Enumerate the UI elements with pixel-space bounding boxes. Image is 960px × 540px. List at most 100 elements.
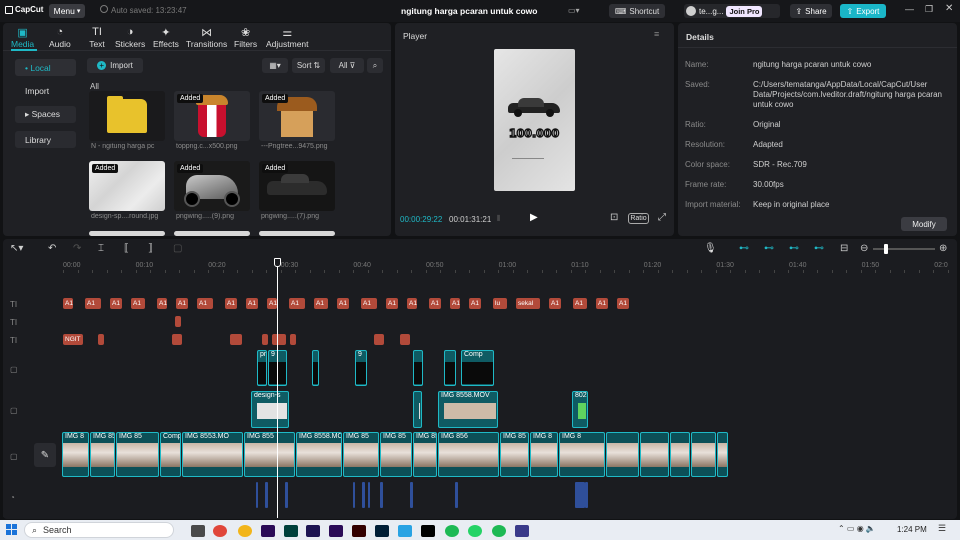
- overlay-clip[interactable]: [444, 350, 456, 386]
- text-clip[interactable]: A1: [429, 298, 441, 309]
- media-thumbnail[interactable]: Added: [174, 161, 250, 211]
- overlay-clip[interactable]: png: [257, 350, 267, 386]
- playhead-handle[interactable]: [274, 258, 281, 267]
- play-icon[interactable]: ▶: [530, 212, 538, 223]
- audio-clip[interactable]: [285, 482, 288, 508]
- task-view-icon[interactable]: [191, 525, 205, 537]
- media-thumbnail[interactable]: [89, 231, 165, 236]
- tab-effects[interactable]: ✦ Effects: [153, 26, 179, 50]
- audio-clip[interactable]: [455, 482, 458, 508]
- text-clip[interactable]: A1: [176, 298, 188, 309]
- audio-clip[interactable]: [256, 482, 258, 508]
- main-video-clip[interactable]: IMG 8561.MO: [413, 432, 437, 477]
- notification-icon[interactable]: ☰: [938, 523, 946, 534]
- main-video-clip[interactable]: IMG 85: [380, 432, 412, 477]
- account-area[interactable]: te...g... Join Pro: [684, 4, 780, 18]
- audition-icon[interactable]: [284, 525, 298, 537]
- main-video-clip[interactable]: IMG 85: [500, 432, 529, 477]
- media-thumbnail[interactable]: Added: [89, 161, 165, 211]
- close-icon[interactable]: ✕: [945, 3, 953, 14]
- audio-clip[interactable]: [380, 482, 383, 508]
- join-pro-button[interactable]: Join Pro: [726, 5, 763, 17]
- overlay-clip[interactable]: Comp: [461, 350, 494, 386]
- select-tool-icon[interactable]: ↖▾: [10, 243, 23, 254]
- waveform-icon[interactable]: ⦀: [497, 214, 501, 224]
- audio-clip[interactable]: [410, 482, 413, 508]
- text-clip[interactable]: A1: [110, 298, 122, 309]
- text-clip[interactable]: A1: [225, 298, 237, 309]
- sidebar-item-0[interactable]: • Local: [15, 59, 76, 76]
- main-video-clip[interactable]: [606, 432, 639, 477]
- export-button[interactable]: ⇧ Export: [840, 4, 886, 18]
- telegram-icon[interactable]: [398, 525, 412, 537]
- zoom-slider-handle[interactable]: [884, 244, 888, 254]
- link-main-track-icon[interactable]: ⊷: [739, 243, 749, 254]
- main-video-clip[interactable]: IMG 85: [343, 432, 379, 477]
- premiere-icon[interactable]: [261, 525, 275, 537]
- view-toggle-button[interactable]: ▦▾: [262, 58, 288, 73]
- tab-adjustment[interactable]: ⚌ Adjustment: [266, 26, 309, 50]
- audio-clip[interactable]: [585, 482, 588, 508]
- redo-icon[interactable]: ↷: [73, 243, 81, 254]
- tab-text[interactable]: TI Text: [87, 26, 107, 49]
- menu-button[interactable]: Menu ▾: [49, 4, 85, 18]
- chrome-icon[interactable]: [213, 525, 227, 537]
- media-thumbnail[interactable]: Added: [259, 161, 335, 211]
- playhead[interactable]: [277, 258, 278, 518]
- text-clip[interactable]: A1: [407, 298, 417, 309]
- overlay-clip[interactable]: IMG 8558.MOV: [438, 391, 498, 428]
- sort-button[interactable]: Sort ⇅: [292, 58, 325, 73]
- split-icon[interactable]: ⌶: [98, 243, 104, 254]
- overlay-clip[interactable]: 9: [355, 350, 367, 386]
- text-clip[interactable]: A1: [450, 298, 460, 309]
- maximize-icon[interactable]: ❐: [925, 4, 933, 15]
- zoom-out-icon[interactable]: ⊖: [860, 243, 868, 254]
- tab-media[interactable]: ▣ Media: [11, 26, 34, 50]
- text-clip[interactable]: A1: [596, 298, 608, 309]
- microphone-icon[interactable]: 🎙: [704, 243, 717, 254]
- overlay-clip[interactable]: 802: [572, 391, 588, 428]
- text-clip[interactable]: A1: [197, 298, 213, 309]
- player-canvas[interactable]: 100.000: [494, 49, 575, 191]
- after-effects-icon[interactable]: [306, 525, 320, 537]
- taskbar-search[interactable]: ⌕ Search: [24, 522, 174, 538]
- search-button[interactable]: ⌕: [367, 58, 383, 73]
- audio-clip[interactable]: [353, 482, 355, 508]
- text-clip[interactable]: [262, 334, 268, 345]
- tab-audio[interactable]: ◔ Audio: [49, 26, 71, 49]
- app-icon[interactable]: [515, 525, 529, 537]
- text-clip[interactable]: A1: [573, 298, 587, 309]
- spotify-icon[interactable]: [492, 525, 506, 537]
- main-video-clip[interactable]: [640, 432, 669, 477]
- sidebar-item-3[interactable]: Library: [15, 131, 76, 148]
- main-video-clip[interactable]: IMG 85: [116, 432, 159, 477]
- import-button[interactable]: + Import: [87, 58, 143, 73]
- main-video-clip[interactable]: [691, 432, 716, 477]
- modify-button[interactable]: Modify: [901, 217, 947, 231]
- chrome-icon[interactable]: [238, 525, 252, 537]
- text-clip[interactable]: lu: [493, 298, 507, 309]
- trim-left-icon[interactable]: ⟦: [124, 243, 129, 254]
- audio-clip[interactable]: [575, 482, 585, 508]
- minimize-icon[interactable]: —: [905, 4, 914, 14]
- text-clip[interactable]: [400, 334, 410, 345]
- text-clip[interactable]: A1: [469, 298, 481, 309]
- player-menu-icon[interactable]: ≡: [654, 29, 659, 39]
- main-video-clip[interactable]: IMG 8: [530, 432, 558, 477]
- overlay-clip[interactable]: [312, 350, 319, 386]
- main-video-clip[interactable]: IMG 8553.MO: [182, 432, 243, 477]
- overlay-clip[interactable]: [413, 391, 422, 428]
- share-button[interactable]: ⇪ Share: [790, 4, 832, 18]
- text-clip[interactable]: A1: [246, 298, 258, 309]
- overlay-clip[interactable]: design-s: [251, 391, 289, 428]
- zoom-in-icon[interactable]: ⊕: [939, 243, 947, 254]
- text-clip[interactable]: A1: [549, 298, 561, 309]
- sidebar-item-1[interactable]: Import: [15, 82, 76, 99]
- audio-clip[interactable]: [265, 482, 268, 508]
- whatsapp-icon[interactable]: [468, 525, 482, 537]
- text-clip[interactable]: [230, 334, 242, 345]
- text-clip[interactable]: [175, 316, 181, 327]
- photoshop-icon[interactable]: [375, 525, 389, 537]
- audio-clip[interactable]: [362, 482, 365, 508]
- main-video-clip[interactable]: IMG 8: [559, 432, 605, 477]
